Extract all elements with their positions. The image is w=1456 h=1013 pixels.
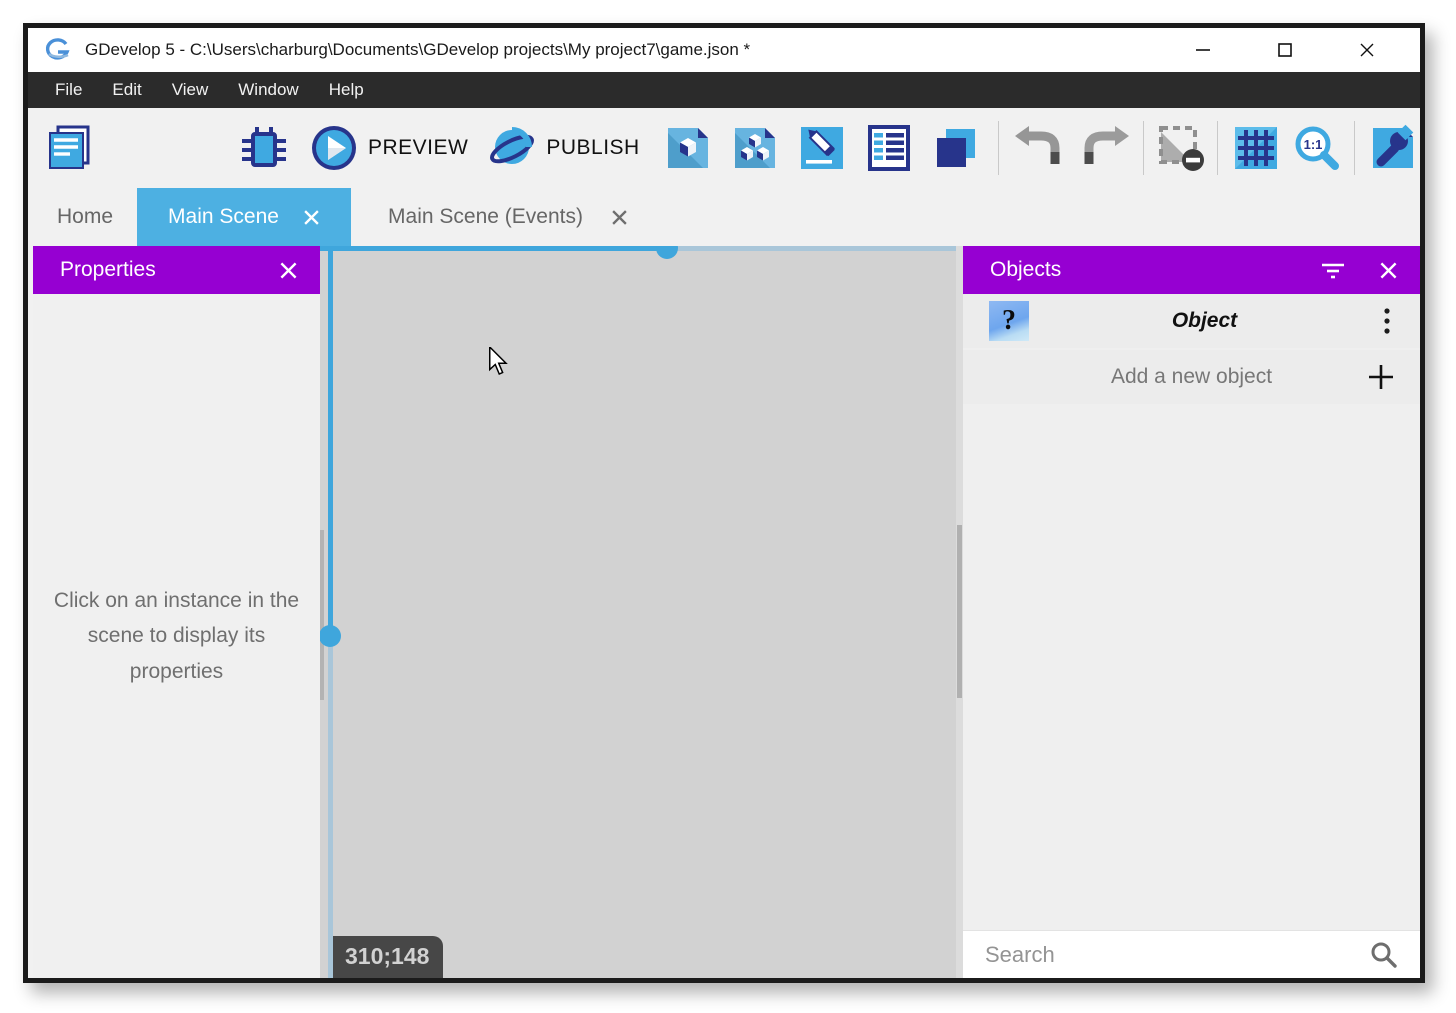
preview-icon[interactable] — [310, 124, 358, 172]
tab-bar: Home Main Scene Main Scene (Events) — [28, 188, 1420, 246]
mouse-cursor — [488, 347, 514, 377]
canvas-left-scrollbar[interactable] — [320, 530, 324, 700]
objects-panel: Objects ? Object Ad — [963, 246, 1420, 978]
minimize-button[interactable] — [1184, 35, 1222, 65]
publish-icon[interactable] — [488, 124, 536, 172]
properties-header: Properties — [33, 246, 320, 294]
menu-edit[interactable]: Edit — [97, 72, 156, 108]
object-list-item[interactable]: ? Object — [963, 294, 1420, 348]
properties-empty-message: Click on an instance in the scene to dis… — [49, 583, 305, 689]
scene-window-border-top-muted — [667, 246, 956, 251]
menu-view[interactable]: View — [157, 72, 224, 108]
tab-main-scene-label: Main Scene — [168, 205, 279, 229]
tab-home-label: Home — [57, 205, 113, 229]
properties-title: Properties — [60, 258, 156, 282]
zoom-one-to-one-icon[interactable]: 1:1 — [1292, 124, 1340, 172]
objects-search-bar — [963, 930, 1420, 978]
open-layers-icon[interactable] — [865, 124, 913, 172]
scene-window-border-left — [328, 246, 333, 636]
scene-resize-handle-left[interactable] — [320, 625, 341, 647]
tab-main-scene-events-close-icon[interactable] — [611, 209, 628, 226]
search-icon[interactable] — [1370, 941, 1398, 969]
properties-close-icon[interactable] — [279, 261, 298, 280]
svg-text:1:1: 1:1 — [1303, 137, 1322, 152]
tab-main-scene-close-icon[interactable] — [303, 209, 320, 226]
objects-title: Objects — [990, 258, 1061, 282]
scene-window-border-left-muted — [328, 636, 333, 978]
object-name: Object — [1029, 309, 1380, 333]
properties-panel: Properties Click on an instance in the s… — [33, 246, 320, 978]
menu-window[interactable]: Window — [223, 72, 313, 108]
tab-main-scene-events[interactable]: Main Scene (Events) — [351, 188, 665, 246]
close-button[interactable] — [1348, 35, 1386, 65]
undo-icon[interactable] — [1015, 124, 1063, 172]
grid-icon[interactable] — [1232, 124, 1280, 172]
project-manager-icon[interactable] — [45, 124, 93, 172]
export-tools-icon[interactable] — [1369, 124, 1417, 172]
toolbar: PREVIEW PUBLISH — [28, 108, 1420, 188]
tab-main-scene[interactable]: Main Scene — [137, 188, 351, 246]
open-instances-list-icon[interactable] — [932, 124, 980, 172]
scene-resize-handle-top[interactable] — [656, 246, 678, 259]
title-bar: GDevelop 5 - C:\Users\charburg\Documents… — [28, 28, 1420, 72]
maximize-button[interactable] — [1266, 35, 1304, 65]
filter-icon[interactable] — [1321, 260, 1345, 280]
canvas-right-scrollbar-thumb[interactable] — [957, 525, 962, 698]
edit-scene-properties-icon[interactable] — [798, 124, 846, 172]
add-object-plus-icon[interactable] — [1368, 364, 1394, 390]
preview-button[interactable]: PREVIEW — [368, 136, 468, 160]
cursor-coordinates-badge: 310;148 — [333, 936, 443, 978]
objects-header: Objects — [963, 246, 1420, 294]
object-menu-kebab-icon[interactable] — [1380, 307, 1394, 335]
publish-button[interactable]: PUBLISH — [546, 136, 639, 160]
tab-main-scene-events-label: Main Scene (Events) — [388, 205, 583, 229]
gdevelop-logo-icon — [44, 36, 72, 64]
objects-close-icon[interactable] — [1379, 261, 1398, 280]
object-thumbnail-icon: ? — [989, 301, 1029, 341]
objects-search-input[interactable] — [985, 942, 1370, 968]
redo-icon[interactable] — [1081, 124, 1129, 172]
menu-file[interactable]: File — [40, 72, 97, 108]
debugger-icon[interactable] — [240, 124, 288, 172]
properties-body: Click on an instance in the scene to dis… — [33, 294, 320, 978]
menu-bar: File Edit View Window Help — [28, 72, 1420, 108]
objects-list-empty-area — [963, 406, 1420, 930]
canvas-right-scrollbar-track[interactable] — [956, 246, 963, 978]
scene-window-border-top — [320, 246, 667, 251]
window-title: GDevelop 5 - C:\Users\charburg\Documents… — [85, 40, 750, 60]
clear-selection-icon[interactable] — [1157, 124, 1205, 172]
tab-home[interactable]: Home — [33, 188, 137, 246]
add-new-object-label: Add a new object — [1015, 365, 1368, 389]
gdevelop-window: GDevelop 5 - C:\Users\charburg\Documents… — [23, 23, 1425, 983]
edit-object-groups-icon[interactable] — [731, 124, 779, 172]
edit-objects-icon[interactable] — [664, 124, 712, 172]
scene-canvas[interactable]: 310;148 — [320, 246, 963, 978]
add-new-object-row[interactable]: Add a new object — [963, 350, 1420, 404]
menu-help[interactable]: Help — [314, 72, 379, 108]
